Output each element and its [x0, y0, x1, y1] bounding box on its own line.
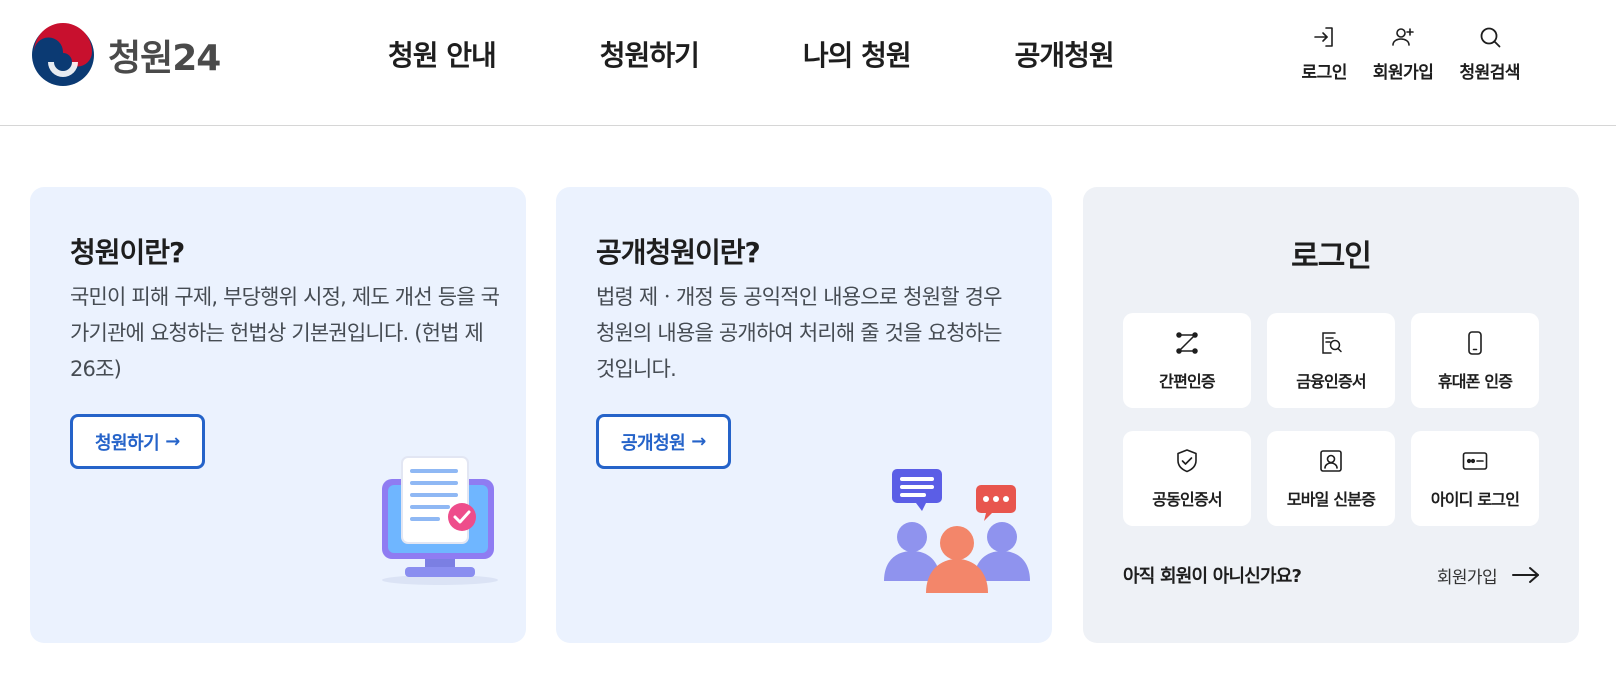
simple-auth-icon: [1176, 331, 1198, 354]
login-panel-title: 로그인: [1291, 239, 1372, 274]
petition-info-card: 청원이란? 국민이 피해 구제, 부당행위 시정, 제도 개선 등을 국가기관에…: [30, 187, 526, 643]
public-petition-info-card: 공개청원이란? 법령 제ㆍ개정 등 공익적인 내용으로 청원할 경우 청원의 내…: [556, 187, 1052, 643]
utility-menu: 로그인 회원가입 청원검색: [1275, 24, 1520, 83]
password-icon: [1462, 451, 1488, 470]
petition-search-link[interactable]: 청원검색: [1459, 24, 1520, 83]
logo-link[interactable]: 청원24: [30, 22, 221, 88]
arrow-right-icon: →: [691, 431, 706, 452]
login-panel: 로그인 간편인증 금융인증서 휴대폰 인증 공동인증서 모바일 신분증 아이디 …: [1083, 187, 1579, 643]
auth-method-grid: 간편인증 금융인증서 휴대폰 인증 공동인증서 모바일 신분증 아이디 로그인: [1123, 313, 1539, 526]
public-petition-label: 공개청원: [621, 432, 686, 454]
submit-petition-button[interactable]: 청원하기 →: [70, 414, 205, 469]
monitor-document-illustration: [382, 456, 498, 585]
id-login-button[interactable]: 아이디 로그인: [1411, 431, 1539, 526]
nav-public-petition[interactable]: 공개청원: [1015, 34, 1115, 74]
signup-label: 회원가입: [1372, 63, 1434, 83]
financial-cert-label: 금융인증서: [1296, 371, 1366, 391]
mobile-auth-button[interactable]: 휴대폰 인증: [1411, 313, 1539, 408]
public-petition-button[interactable]: 공개청원 →: [596, 414, 731, 469]
signup-link-header[interactable]: 회원가입: [1373, 24, 1434, 83]
petition-info-title: 청원이란?: [70, 236, 185, 269]
public-petition-info-title: 공개청원이란?: [596, 236, 761, 269]
signup-link-label: 회원가입: [1436, 567, 1498, 588]
logo-text: 청원24: [108, 38, 221, 79]
login-label: 로그인: [1301, 63, 1347, 83]
long-arrow-right-icon: [1512, 567, 1539, 583]
joint-cert-label: 공동인증서: [1152, 489, 1222, 509]
petition-info-desc: 국민이 피해 구제, 부당행위 시정, 제도 개선 등을 국가기관에 요청하는 …: [70, 285, 500, 381]
mobile-id-label: 모바일 신분증: [1286, 489, 1376, 509]
shield-check-icon: [1177, 448, 1197, 472]
mobile-auth-label: 휴대폰 인증: [1437, 371, 1513, 391]
site-header: 청원24 청원 안내 청원하기 나의 청원 공개청원 로그인 회원가입 청원검색: [0, 0, 1616, 126]
people-chat-illustration: [884, 469, 1030, 593]
joint-cert-button[interactable]: 공동인증서: [1123, 431, 1251, 526]
user-add-icon: [1392, 28, 1414, 46]
simple-auth-label: 간편인증: [1159, 371, 1215, 391]
simple-auth-button[interactable]: 간편인증: [1123, 313, 1251, 408]
submit-petition-label: 청원하기: [95, 432, 160, 454]
login-link[interactable]: 로그인: [1301, 24, 1347, 83]
search-label: 청원검색: [1459, 63, 1520, 83]
public-petition-info-desc: 법령 제ㆍ개정 등 공익적인 내용으로 청원할 경우 청원의 내용을 공개하여 …: [596, 285, 1002, 381]
id-login-label: 아이디 로그인: [1430, 489, 1520, 509]
id-card-icon: [1320, 449, 1342, 472]
mobile-phone-icon: [1468, 330, 1482, 355]
login-icon: [1314, 27, 1333, 47]
signup-link[interactable]: 회원가입: [1437, 563, 1541, 588]
search-icon: [1480, 27, 1501, 48]
taegeuk-logo-icon: [32, 23, 94, 86]
mobile-id-button[interactable]: 모바일 신분증: [1267, 431, 1395, 526]
arrow-right-icon: →: [165, 431, 180, 452]
financial-cert-button[interactable]: 금융인증서: [1267, 313, 1395, 408]
signup-question: 아직 회원이 아니신가요?: [1123, 566, 1302, 587]
signup-row: 아직 회원이 아니신가요? 회원가입: [1123, 562, 1541, 588]
nav-petition-guide[interactable]: 청원 안내: [388, 34, 497, 74]
nav-my-petition[interactable]: 나의 청원: [803, 34, 912, 74]
financial-cert-icon: [1322, 331, 1342, 354]
main-nav: 청원 안내 청원하기 나의 청원 공개청원: [388, 34, 1115, 74]
nav-submit-petition[interactable]: 청원하기: [600, 34, 700, 74]
